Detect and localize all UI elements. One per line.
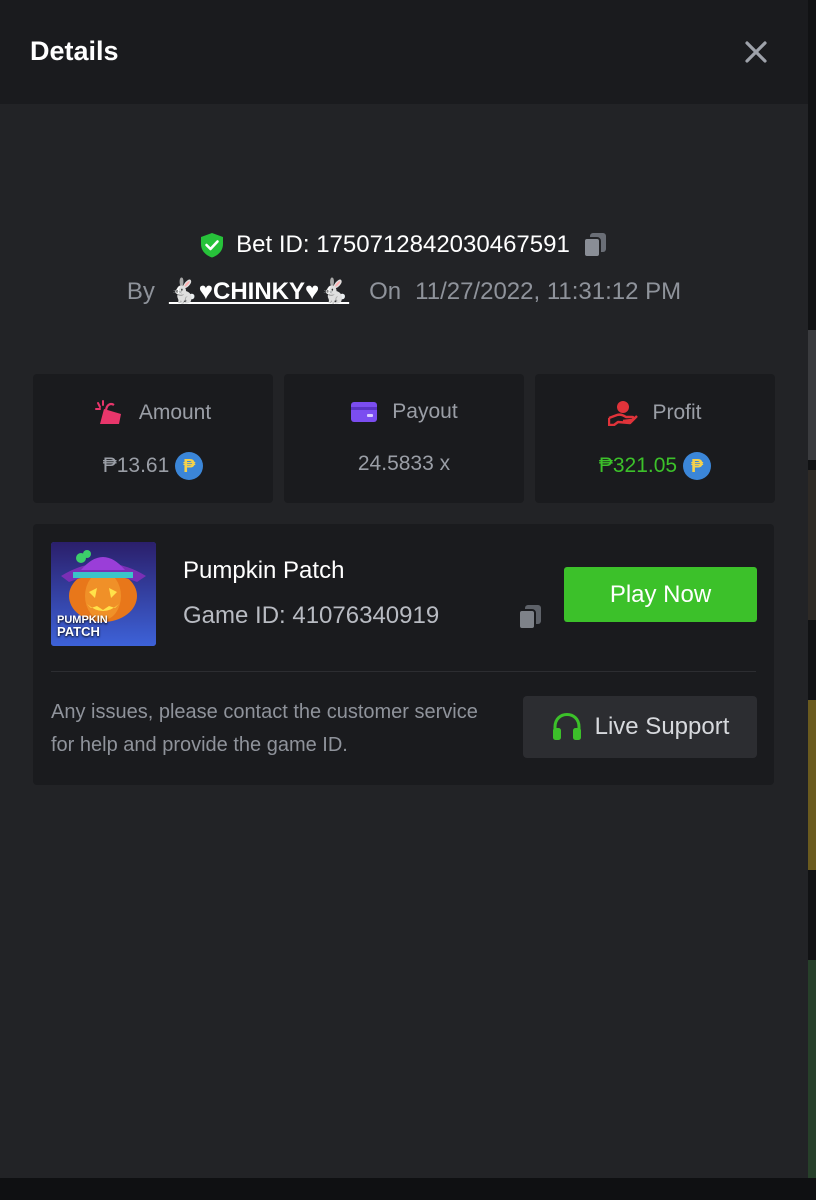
verified-shield-icon [201, 233, 224, 258]
username-link[interactable]: 🐇♥CHINKY♥🐇 [169, 277, 349, 306]
bet-id: Bet ID: 1750712842030467591 [236, 231, 570, 258]
close-icon[interactable] [738, 34, 774, 70]
peso-coin-icon: ₱ [683, 452, 712, 480]
game-id: Game ID: 41076340919 [183, 602, 440, 629]
game-thumbnail[interactable]: PUMPKIN PATCH [51, 542, 156, 646]
peso-coin-icon: ₱ [175, 452, 204, 480]
amount-label: Amount [138, 401, 212, 424]
copy-game-id-icon[interactable] [515, 602, 545, 632]
payout-label: Payout [392, 400, 458, 423]
background-strip [808, 0, 816, 1200]
bet-datetime: 11/27/2022, 11:31:12 PM [415, 277, 682, 305]
bottom-bar [0, 1178, 816, 1200]
wallet-icon [351, 402, 378, 422]
copy-bet-id-icon[interactable] [580, 230, 610, 260]
live-support-label: Live Support [594, 713, 730, 740]
modal-title: Details [30, 36, 119, 66]
game-card: PUMPKIN PATCH Pumpkin Patch Game ID: 410… [33, 524, 774, 785]
on-label: On [369, 277, 402, 305]
amount-card: Amount ₱13.61 ₱ [33, 374, 273, 503]
bet-meta-row: By 🐇♥CHINKY♥🐇 On 11/27/2022, 11:31:12 PM [0, 277, 808, 311]
amount-icon [94, 400, 121, 424]
headset-icon [552, 712, 581, 740]
play-now-button[interactable]: Play Now [564, 567, 757, 622]
help-text: Any issues, please contact the customer … [51, 701, 478, 756]
by-label: By [126, 277, 155, 305]
modal-header: Details [0, 0, 808, 104]
profit-card: Profit ₱321.05 ₱ [535, 374, 775, 503]
amount-value: ₱13.61 [102, 454, 170, 477]
profit-label: Profit [652, 401, 702, 424]
profit-hand-icon [608, 401, 639, 426]
profit-value: ₱321.05 [598, 454, 678, 477]
details-modal: Details Bet ID: 1750712842030467591 By 🐇… [0, 0, 808, 1178]
thumb-title-line2: PATCH [57, 624, 100, 639]
live-support-button[interactable]: Live Support [523, 696, 757, 758]
payout-card: Payout 24.5833 x [284, 374, 524, 503]
divider [51, 671, 756, 672]
game-name: Pumpkin Patch [183, 557, 345, 584]
bet-id-row: Bet ID: 1750712842030467591 [0, 230, 808, 266]
payout-value: 24.5833 x [357, 452, 451, 475]
